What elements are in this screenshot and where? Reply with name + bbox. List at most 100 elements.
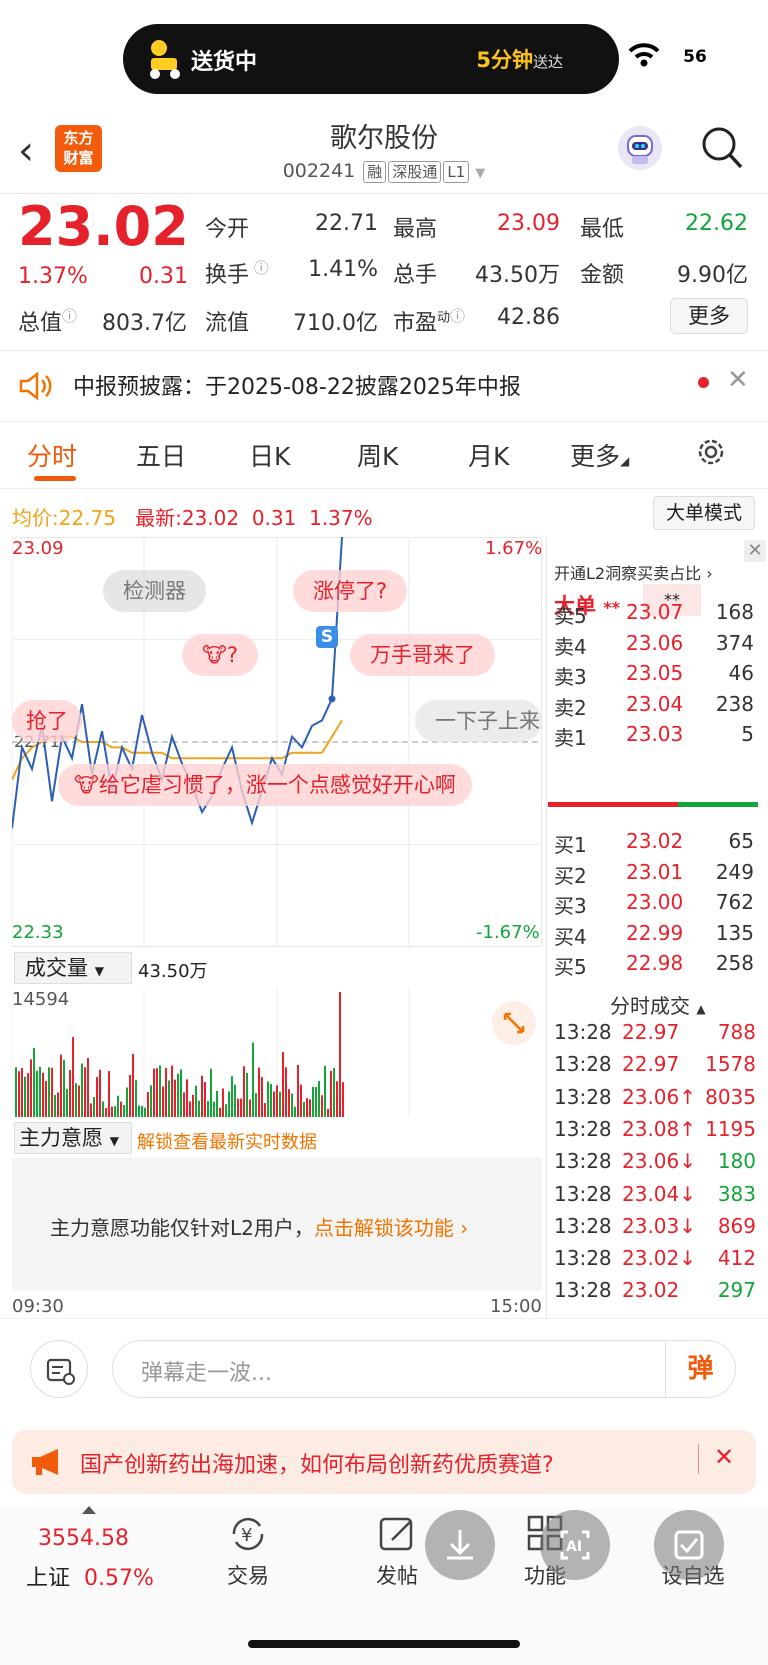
ask-row: 卖1 23.03 5: [554, 722, 754, 752]
promo-banner[interactable]: 国产创新药出海加速，如何布局创新药优质赛道? ✕: [12, 1430, 756, 1494]
expand-arrow-icon[interactable]: [82, 1506, 96, 1514]
announcement-bar[interactable]: 中报预披露：于2025-08-22披露2025年中报 ✕: [0, 351, 768, 421]
volume-bar: [42, 1072, 44, 1117]
tab-intraday[interactable]: 分时: [27, 437, 77, 473]
chart-low-label: 22.33: [12, 922, 64, 943]
post-icon[interactable]: [378, 1514, 418, 1554]
search-icon[interactable]: [701, 126, 743, 170]
bid-price: 22.99: [626, 920, 684, 945]
volume-bar: [36, 1070, 38, 1117]
chart-low-pct: -1.67%: [476, 922, 540, 943]
index-ticker[interactable]: 上证 0.57%: [26, 1560, 154, 1592]
volume-bar: [195, 1085, 197, 1117]
turnover-value: 1.41%: [308, 257, 378, 282]
trade-row: 13:28 23.02↓ 412: [554, 1246, 756, 1278]
l2-upgrade-link[interactable]: 开通L2洞察买卖占比 ›: [554, 560, 713, 584]
close-icon[interactable]: ✕: [727, 365, 749, 395]
ask-volume: 5: [741, 722, 754, 746]
volume-bar: [267, 1081, 269, 1117]
low-value: 22.62: [685, 211, 748, 236]
volume-bar: [171, 1065, 173, 1117]
close-icon[interactable]: ✕: [714, 1443, 734, 1471]
volume-value: 43.50万: [475, 263, 560, 288]
expand-icon[interactable]: [492, 1001, 536, 1045]
download-fab[interactable]: [425, 1510, 495, 1580]
bid-row: 买2 23.01 249: [554, 860, 754, 890]
more-button[interactable]: 更多: [670, 298, 748, 334]
volume-bar: [315, 1087, 317, 1117]
robot-assistant-icon[interactable]: [618, 126, 662, 170]
watchlist-fab[interactable]: [654, 1510, 724, 1580]
tab-monthly-k[interactable]: 月K: [468, 437, 509, 473]
volume-max-label: 14594: [12, 989, 70, 1010]
volume-bar: [129, 1074, 131, 1117]
volume-bar: [48, 1067, 50, 1117]
last-price: 23.02: [18, 195, 189, 258]
info-icon: ⓘ: [450, 307, 466, 325]
dynamic-island[interactable]: 送货中 5分钟送达: [123, 24, 619, 94]
main-force-message: 主力意愿功能仅针对L2用户，点击解锁该功能 ›: [50, 1216, 469, 1240]
info-icon: ⓘ: [249, 259, 269, 277]
bid-level: 买5: [554, 955, 587, 979]
danmu-bubble: 🐮?: [182, 634, 259, 676]
big-order-mode-button[interactable]: 大单模式: [653, 496, 755, 530]
volume-bar: [228, 1091, 230, 1117]
trade-time: 13:28: [554, 1213, 612, 1238]
trade-price: 23.06↓: [622, 1149, 697, 1174]
volume-bar: [273, 1091, 275, 1117]
ask-level: 卖2: [554, 695, 587, 720]
volume-bar: [63, 1059, 65, 1117]
trade-row: 13:28 23.04↓ 383: [554, 1182, 756, 1214]
danmu-bubble: 抢了: [12, 700, 82, 742]
sell-marker[interactable]: S: [316, 626, 338, 648]
unlock-link[interactable]: 解锁查看最新实时数据: [137, 1128, 317, 1154]
volume-bar: [135, 1080, 137, 1117]
chart-high-pct: 1.67%: [485, 538, 543, 559]
volume-bar: [21, 1068, 23, 1117]
bid-level: 买1: [554, 833, 587, 857]
tab-weekly-k[interactable]: 周K: [357, 437, 398, 473]
volume-bar: [252, 1042, 254, 1117]
tab-more[interactable]: 更多◢: [570, 437, 629, 473]
volume-bar: [66, 1088, 68, 1117]
ask-level: 卖5: [554, 604, 587, 628]
danmu-settings-icon[interactable]: [30, 1340, 88, 1398]
price-info-line: 均价:22.75 最新:23.02 0.31 1.37%: [12, 506, 373, 530]
close-icon[interactable]: ✕: [744, 540, 766, 562]
volume-chart: [12, 987, 410, 1117]
tab-daily-k[interactable]: 日K: [249, 437, 290, 473]
volume-bar: [303, 1101, 305, 1117]
index-value[interactable]: 3554.58: [38, 1526, 129, 1551]
danmu-input[interactable]: 弹幕走一波... 弹: [112, 1340, 736, 1398]
nav-trade[interactable]: 交易: [203, 1560, 293, 1590]
ask-volume: 238: [715, 691, 754, 716]
trade-icon[interactable]: ¥: [226, 1514, 270, 1554]
tag-margin: 融: [363, 161, 387, 183]
cow-emoji-icon: 🐮: [74, 773, 99, 797]
trade-volume: 869: [717, 1213, 756, 1238]
settings-gear-icon[interactable]: [694, 435, 728, 469]
tab-five-day[interactable]: 五日: [136, 437, 186, 473]
ai-scan-fab[interactable]: AI: [540, 1510, 610, 1580]
open-label: 今开: [205, 217, 250, 242]
promo-text: 国产创新药出海加速，如何布局创新药优质赛道?: [80, 1453, 554, 1478]
ask-level: 卖3: [554, 665, 587, 689]
danmu-bubble: 一下子上来: [415, 700, 542, 742]
volume-bar: [147, 1092, 149, 1117]
pe-label: 市盈动ⓘ: [393, 307, 466, 336]
volume-bar: [57, 1092, 59, 1117]
trade-volume: 1578: [705, 1052, 756, 1077]
main-force-selector[interactable]: 主力意愿 ▼: [14, 1122, 132, 1154]
ask-row: 卖2 23.04 238: [554, 692, 754, 722]
danmu-send-button[interactable]: 弹: [665, 1341, 735, 1397]
volume-selector[interactable]: 成交量 ▼: [14, 952, 132, 984]
open-value: 22.71: [315, 211, 378, 236]
market-cap-value: 803.7亿: [102, 311, 187, 336]
unlock-feature-link[interactable]: 点击解锁该功能 ›: [314, 1216, 468, 1240]
volume-bar: [174, 1079, 176, 1117]
svg-text:AI: AI: [566, 1539, 582, 1555]
ask-price: 23.07: [626, 600, 684, 624]
intraday-chart[interactable]: [12, 537, 542, 947]
volume-bar: [180, 1069, 182, 1117]
volume-bar: [324, 1065, 326, 1117]
